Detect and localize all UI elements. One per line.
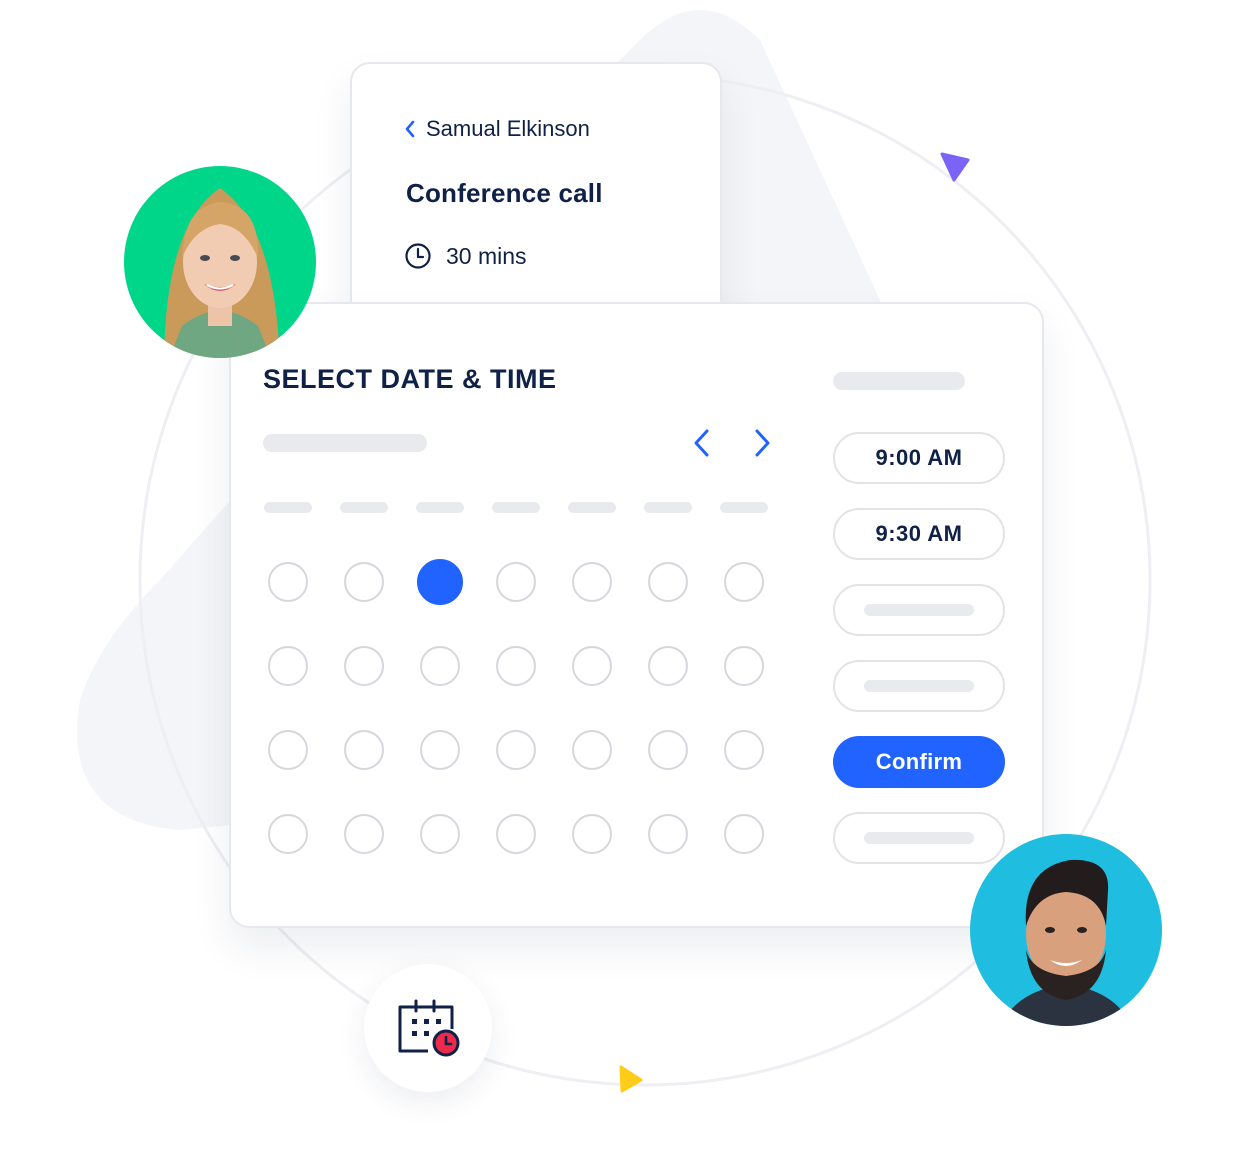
time-slot-placeholder[interactable] xyxy=(833,660,1005,712)
day-cell[interactable] xyxy=(724,730,764,770)
prev-month-button[interactable] xyxy=(689,428,715,458)
day-cell[interactable] xyxy=(648,814,688,854)
day-cell[interactable] xyxy=(572,646,612,686)
calendar-clock-icon xyxy=(398,999,460,1057)
day-cell[interactable] xyxy=(344,562,384,602)
day-cell[interactable] xyxy=(572,562,612,602)
time-slot-button[interactable]: 9:00 AM xyxy=(833,432,1005,484)
day-cell[interactable] xyxy=(344,814,384,854)
next-month-button[interactable] xyxy=(749,428,775,458)
day-cell[interactable] xyxy=(268,646,308,686)
month-label-placeholder xyxy=(263,434,427,452)
time-slot-label: 9:00 AM xyxy=(875,445,963,470)
event-card: Samual Elkinson Conference call 30 mins xyxy=(350,62,722,322)
host-name: Samual Elkinson xyxy=(426,116,590,141)
woman-avatar xyxy=(124,166,316,358)
weekday-label-placeholder xyxy=(416,502,464,513)
day-cell[interactable] xyxy=(268,814,308,854)
scheduler-card: SELECT DATE & TIME 9:00 AM 9:30 AM Confirm xyxy=(229,302,1044,928)
day-cell[interactable] xyxy=(724,814,764,854)
timezone-placeholder xyxy=(833,372,965,390)
event-duration: 30 mins xyxy=(404,242,527,270)
day-cell[interactable] xyxy=(572,730,612,770)
day-cell[interactable] xyxy=(724,646,764,686)
time-slot-button[interactable]: 9:30 AM xyxy=(833,508,1005,560)
day-cell[interactable] xyxy=(420,730,460,770)
day-cell[interactable] xyxy=(648,562,688,602)
day-cell[interactable] xyxy=(420,646,460,686)
weekday-label-placeholder xyxy=(264,502,312,513)
day-cell[interactable] xyxy=(268,730,308,770)
weekday-label-placeholder xyxy=(568,502,616,513)
slot-label-placeholder xyxy=(864,680,974,692)
day-cell[interactable] xyxy=(648,646,688,686)
day-cell[interactable] xyxy=(344,646,384,686)
chevron-left-icon xyxy=(405,120,415,138)
event-title: Conference call xyxy=(406,178,603,208)
man-avatar xyxy=(970,834,1162,1026)
clock-icon xyxy=(405,243,431,269)
day-cell[interactable] xyxy=(496,814,536,854)
slot-label-placeholder xyxy=(864,604,974,616)
weekday-label-placeholder xyxy=(644,502,692,513)
day-cell[interactable] xyxy=(496,730,536,770)
man-portrait-icon xyxy=(1000,859,1132,1026)
duration-text: 30 mins xyxy=(446,242,527,269)
day-cell[interactable] xyxy=(572,814,612,854)
day-cell[interactable] xyxy=(496,562,536,602)
time-slot-placeholder[interactable] xyxy=(833,584,1005,636)
day-cell[interactable] xyxy=(268,562,308,602)
day-cell[interactable] xyxy=(496,646,536,686)
weekday-label-placeholder xyxy=(720,502,768,513)
day-cell[interactable] xyxy=(648,730,688,770)
weekday-label-placeholder xyxy=(340,502,388,513)
yellow-triangle xyxy=(619,1065,643,1093)
slot-label-placeholder xyxy=(864,832,974,844)
calendar-badge xyxy=(364,964,492,1092)
woman-portrait-icon xyxy=(164,188,280,358)
time-slot-label: 9:30 AM xyxy=(875,521,963,546)
back-link[interactable]: Samual Elkinson xyxy=(404,116,590,142)
day-cell-selected[interactable] xyxy=(417,559,463,605)
day-cell[interactable] xyxy=(344,730,384,770)
weekday-label-placeholder xyxy=(492,502,540,513)
section-title: SELECT DATE & TIME xyxy=(263,364,557,394)
time-slot-placeholder[interactable] xyxy=(833,812,1005,864)
day-cell[interactable] xyxy=(420,814,460,854)
confirm-button[interactable]: Confirm xyxy=(833,736,1005,788)
day-cell[interactable] xyxy=(724,562,764,602)
